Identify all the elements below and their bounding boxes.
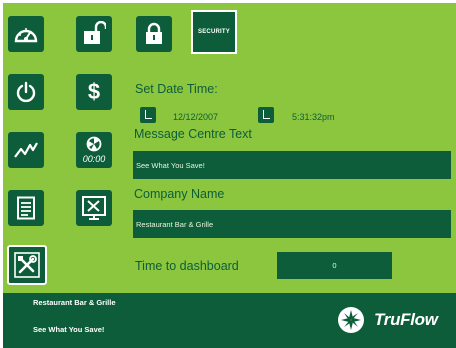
document-icon: [17, 196, 35, 220]
company-label: Company Name: [134, 187, 225, 201]
tools-icon: [14, 252, 40, 278]
message-field[interactable]: See What You Save!: [133, 151, 451, 179]
date-checkbox[interactable]: [140, 107, 156, 123]
message-value: See What You Save!: [136, 160, 205, 170]
dollar-icon: $: [87, 79, 101, 104]
monitor-tools-icon: [82, 196, 106, 220]
settings-button[interactable]: [7, 245, 47, 285]
footer-company: Restaurant Bar & Grille: [33, 298, 116, 307]
timer-button[interactable]: 00:00: [76, 132, 112, 168]
clock-icon: [86, 136, 102, 152]
footer-slogan: See What You Save!: [33, 325, 105, 334]
footer: Restaurant Bar & Grille See What You Sav…: [3, 293, 456, 348]
time-value[interactable]: 5:31:32pm: [292, 112, 335, 122]
company-value: Restaurant Bar & Grille: [136, 219, 214, 229]
timer-value: 00:00: [82, 154, 106, 164]
datetime-label: Set Date Time:: [135, 82, 218, 96]
dashboard-button[interactable]: [8, 16, 44, 52]
speedometer-icon: [14, 28, 38, 43]
lock-icon: [146, 22, 162, 44]
dashboard-time-field[interactable]: 0: [277, 252, 392, 279]
dashboard-time-value: 0: [332, 261, 337, 270]
message-label: Message Centre Text: [134, 127, 252, 141]
security-tab-label: SECURITY: [198, 29, 230, 35]
time-checkbox[interactable]: [258, 107, 274, 123]
company-field[interactable]: Restaurant Bar & Grille: [133, 210, 451, 238]
reports-button[interactable]: [8, 190, 44, 226]
date-value[interactable]: 12/12/2007: [173, 112, 218, 122]
settings-screen: $ 00:00 SECURITY Set Date Time: 12/12/20…: [3, 3, 456, 348]
truflow-logo-icon: [338, 307, 364, 333]
pricing-button[interactable]: $: [76, 74, 112, 110]
unlock-button[interactable]: [76, 16, 112, 52]
trend-line-icon: [14, 142, 38, 158]
brand-logo: TruFlow: [334, 303, 438, 337]
trends-button[interactable]: [8, 132, 44, 168]
power-button[interactable]: [8, 74, 44, 110]
lock-button[interactable]: [136, 16, 172, 52]
power-icon: [16, 81, 36, 103]
unlock-icon: [84, 21, 106, 44]
display-button[interactable]: [76, 190, 112, 226]
dashboard-time-label: Time to dashboard: [135, 259, 239, 273]
security-tab[interactable]: SECURITY: [191, 10, 237, 54]
brand-name: TruFlow: [374, 310, 438, 329]
